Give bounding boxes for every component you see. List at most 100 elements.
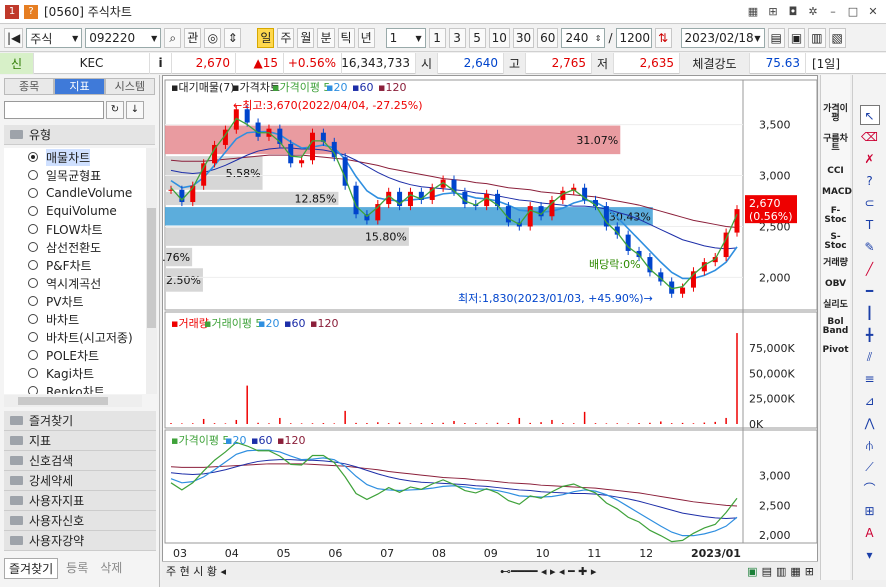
period-button-minute[interactable]: 분 <box>317 28 335 48</box>
arc-tool-icon[interactable]: ⌒ <box>860 479 880 499</box>
zoom-slider[interactable]: ⊷━━━━ ◂ ▸ ◂ ━ ✚ ▸ <box>500 565 596 578</box>
period-button-week[interactable]: 주 <box>277 28 295 48</box>
print-chart-icon[interactable]: ▥ <box>776 565 786 578</box>
interval-60-button[interactable]: 60 <box>537 28 559 48</box>
refresh-data-icon[interactable]: ⇅ <box>654 28 672 48</box>
chart-setting-icon[interactable]: ▤ <box>767 28 785 48</box>
minimize-icon[interactable]: – <box>826 5 840 19</box>
eraser-icon[interactable]: ⌫ <box>860 127 880 147</box>
link-icon[interactable]: ⊞ <box>766 5 780 19</box>
indicator-shortcut-psy[interactable]: 실리도 <box>822 301 849 310</box>
scroll-down-icon[interactable]: ▾ <box>860 545 880 565</box>
image-export-icon[interactable]: ▦ <box>790 565 800 578</box>
interval-3-button[interactable]: 3 <box>448 28 466 48</box>
tab-stocks[interactable]: 종목 <box>4 78 55 95</box>
indicator-search-input[interactable] <box>4 101 104 119</box>
interval-5-button[interactable]: 5 <box>468 28 486 48</box>
indicator-shortcut-sstoc[interactable]: S-Stoc <box>822 233 849 251</box>
help-icon[interactable]: ? <box>24 4 38 19</box>
indicator-shortcut-bollinger[interactable]: Bol Band <box>822 318 849 336</box>
register-button[interactable]: 등록 <box>62 558 92 579</box>
list-item[interactable]: 삼선전환도 <box>4 238 157 256</box>
category-user-signals[interactable]: 사용자신호 <box>4 511 156 531</box>
delete-all-icon[interactable]: ✗ <box>860 149 880 169</box>
interval-30-button[interactable]: 30 <box>512 28 535 48</box>
info-icon[interactable]: i <box>150 52 172 74</box>
help-question-icon[interactable]: ? <box>860 171 880 191</box>
display-count-input[interactable]: 240 ⇕ <box>561 28 606 48</box>
updown-stepper-icon[interactable]: ⇕ <box>224 28 242 48</box>
tab-indicators[interactable]: 지표 <box>54 78 105 95</box>
maximize-icon[interactable]: □ <box>846 5 860 19</box>
download-icon[interactable]: ↓ <box>126 101 144 119</box>
list-item[interactable]: Kagi차트 <box>4 364 157 382</box>
auto-trendline-icon[interactable]: A <box>860 523 880 543</box>
interval-10-button[interactable]: 10 <box>488 28 510 48</box>
list-item[interactable]: EquiVolume <box>4 202 157 220</box>
period-button-month[interactable]: 월 <box>297 28 315 48</box>
market-select[interactable]: 주식 ▼ <box>26 28 83 48</box>
fibonacci-icon[interactable]: ≡ <box>860 369 880 389</box>
list-item[interactable]: 매물차트 <box>4 148 157 166</box>
category-favorites[interactable]: 즐겨찾기 <box>4 411 156 431</box>
footer-nav-buttons[interactable]: 주 현 시 황 ◂ <box>162 563 230 579</box>
period-button-year[interactable]: 년 <box>357 28 375 48</box>
list-item[interactable]: Renko차트 <box>4 382 157 394</box>
category-strength[interactable]: 강세약세 <box>4 471 156 491</box>
settings-gear-icon[interactable]: ✲ <box>806 5 820 19</box>
tab-favorites[interactable]: 즐겨찾기 <box>4 558 59 579</box>
search-icon[interactable]: ⌕ <box>164 28 182 48</box>
pitchfork-icon[interactable]: ⫛ <box>860 435 880 455</box>
indicator-shortcut-ma[interactable]: 가격이평 <box>822 105 849 123</box>
interval-select[interactable]: 1 ▼ <box>385 28 426 48</box>
chart-area[interactable]: 31.07% 5.58% 12.85% 30.43% 15.80% 1.76% 2.50% 3… <box>155 75 819 580</box>
category-signal-search[interactable]: 신호검색 <box>4 451 156 471</box>
indicator-shortcut-volume[interactable]: 거래량 <box>822 259 849 268</box>
delete-button[interactable]: 삭제 <box>96 558 126 579</box>
list-item[interactable]: P&F차트 <box>4 256 157 274</box>
camera-icon[interactable]: ◘ <box>786 5 800 19</box>
save-chart-icon[interactable]: ▣ <box>787 28 806 48</box>
text-tool-icon[interactable]: T <box>860 215 880 235</box>
print-icon[interactable]: ▥ <box>808 28 826 48</box>
link-stock-icon[interactable]: ◎ <box>204 28 222 48</box>
layout-icon[interactable]: ⊞ <box>805 565 814 578</box>
interval-1-button[interactable]: 1 <box>428 28 446 48</box>
list-item[interactable]: 바차트 <box>4 310 157 328</box>
indicator-shortcut-pivot[interactable]: Pivot <box>822 346 849 355</box>
category-indicators[interactable]: 지표 <box>4 431 156 451</box>
indicator-shortcut-macd[interactable]: MACD <box>822 188 852 197</box>
excel-export-icon[interactable]: ▣ <box>747 565 757 578</box>
period-button-tick[interactable]: 틱 <box>337 28 355 48</box>
list-item[interactable]: 일목균형표 <box>4 166 157 184</box>
grid-icon[interactable]: ▦ <box>746 5 760 19</box>
tab-system[interactable]: 시스템 <box>104 78 155 95</box>
elliott-icon[interactable]: ⋀ <box>860 413 880 433</box>
close-icon[interactable]: ✕ <box>866 5 880 19</box>
category-type[interactable]: 유형 <box>4 125 155 145</box>
vertical-line-icon[interactable]: ┃ <box>860 303 880 323</box>
indicator-shortcut-obv[interactable]: OBV <box>822 280 849 289</box>
cross-line-icon[interactable]: ╋ <box>860 325 880 345</box>
refresh-icon[interactable]: ↻ <box>106 101 124 119</box>
list-item[interactable]: CandleVolume <box>4 184 157 202</box>
magnet-icon[interactable]: ⊂ <box>860 193 880 213</box>
period-button-day[interactable]: 일 <box>257 28 275 48</box>
total-count-input[interactable]: 1200 <box>615 28 652 48</box>
chart-options-icon[interactable]: ▧ <box>828 28 846 48</box>
stock-chart-svg[interactable]: 31.07% 5.58% 12.85% 30.43% 15.80% 1.76% 2.50% 3… <box>155 76 819 562</box>
gann-fan-icon[interactable]: ⊿ <box>860 391 880 411</box>
list-item[interactable]: PV차트 <box>4 292 157 310</box>
cursor-icon[interactable]: ↖ <box>859 105 880 125</box>
list-item[interactable]: FLOW차트 <box>4 220 157 238</box>
trend-channel-icon[interactable]: ⫽ <box>860 347 880 367</box>
list-vertical-scrollbar[interactable] <box>146 148 157 394</box>
grid-tool-icon[interactable]: ⊞ <box>860 501 880 521</box>
prev-stock-icon[interactable]: |◀ <box>4 28 24 48</box>
date-select[interactable]: 2023/02/18 ▼ <box>680 28 765 48</box>
indicator-shortcut-cloud[interactable]: 구름차트 <box>822 135 849 153</box>
save-icon[interactable]: ▤ <box>762 565 772 578</box>
indicator-shortcut-fstoc[interactable]: F-Stoc <box>822 207 849 225</box>
stock-code-input[interactable]: 092220 ▼ <box>85 28 162 48</box>
category-user-indicators[interactable]: 사용자지표 <box>4 491 156 511</box>
